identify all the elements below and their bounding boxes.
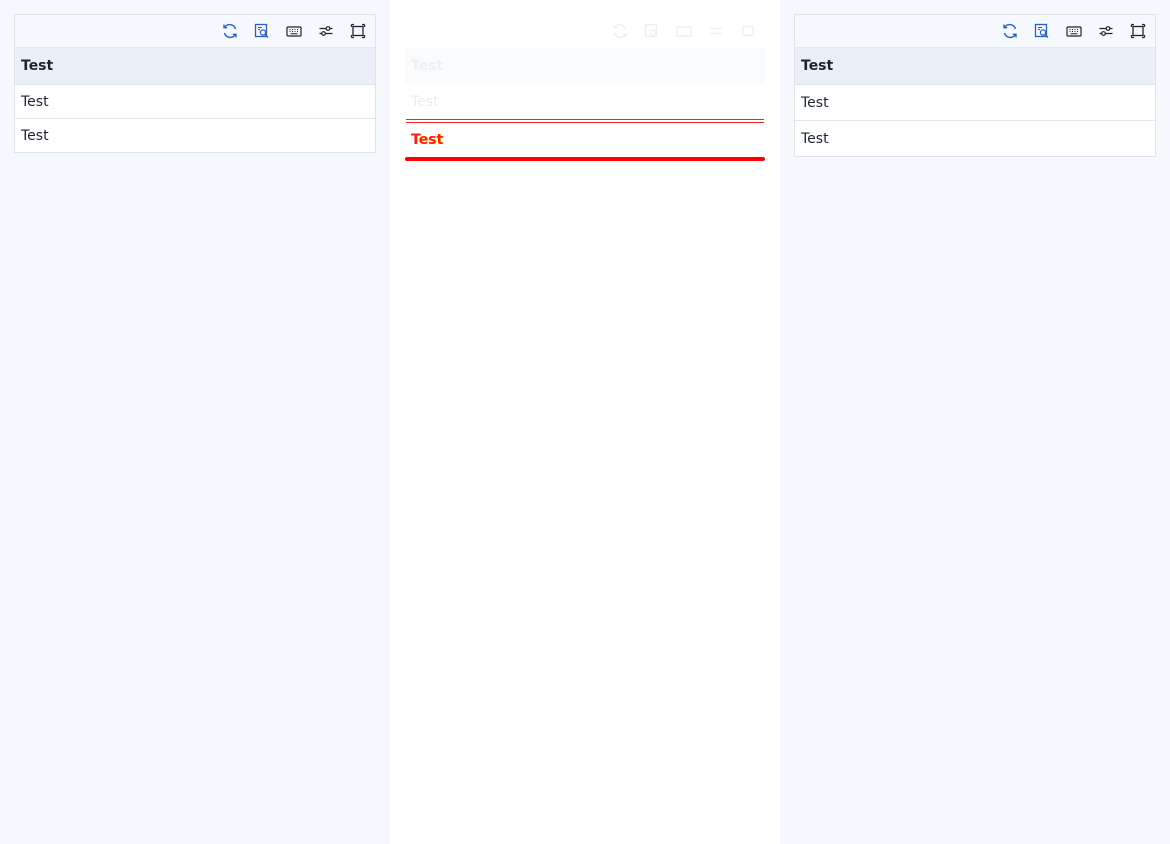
table-row[interactable]: Test <box>15 119 375 152</box>
column-header[interactable]: Test <box>795 48 1155 85</box>
table-row[interactable]: Test <box>15 85 375 119</box>
grid-toolbar <box>15 15 375 48</box>
data-grid: Test Test Test <box>14 14 376 153</box>
refresh-icon[interactable] <box>221 22 239 40</box>
panel-left: Test Test Test <box>0 0 390 844</box>
data-grid: Test Test Test <box>794 14 1156 157</box>
fullscreen-icon[interactable] <box>739 22 757 40</box>
column-header[interactable]: Test <box>405 48 765 85</box>
table-row[interactable]: Test <box>405 85 765 119</box>
sliders-icon[interactable] <box>1097 22 1115 40</box>
search-preview-icon[interactable] <box>253 22 271 40</box>
keyboard-icon[interactable] <box>285 22 303 40</box>
search-preview-icon[interactable] <box>1033 22 1051 40</box>
fullscreen-icon[interactable] <box>1129 22 1147 40</box>
grid-toolbar <box>405 15 765 48</box>
search-preview-icon[interactable] <box>643 22 661 40</box>
sliders-icon[interactable] <box>707 22 725 40</box>
table-row[interactable]: Test <box>795 121 1155 156</box>
fullscreen-icon[interactable] <box>349 22 367 40</box>
diff-marker <box>405 157 765 161</box>
diff-marker <box>406 119 764 120</box>
data-grid: Test Test Test <box>404 14 766 162</box>
panel-diff: Test Test Test <box>390 0 780 844</box>
panel-right: Test Test Test <box>780 0 1170 844</box>
refresh-icon[interactable] <box>1001 22 1019 40</box>
table-row-diff[interactable]: Test <box>405 123 765 157</box>
keyboard-icon[interactable] <box>1065 22 1083 40</box>
keyboard-icon[interactable] <box>675 22 693 40</box>
sliders-icon[interactable] <box>317 22 335 40</box>
column-header[interactable]: Test <box>15 48 375 85</box>
refresh-icon[interactable] <box>611 22 629 40</box>
grid-toolbar <box>795 15 1155 48</box>
table-row[interactable]: Test <box>795 85 1155 121</box>
